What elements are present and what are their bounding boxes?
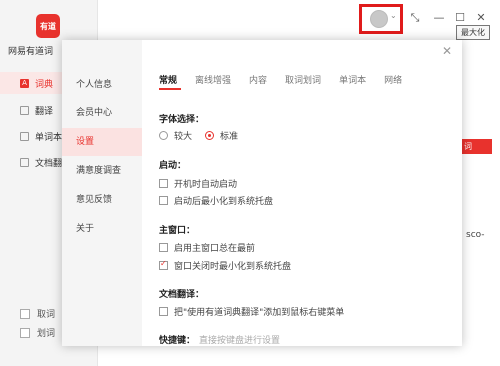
maximize-tooltip: 最大化 — [456, 25, 490, 40]
checkbox-label: 窗口关闭时最小化到系统托盘 — [174, 262, 292, 272]
sidebar-item-label: 单词本 — [35, 132, 63, 143]
checkbox-label: 启用主窗口总在最前 — [174, 244, 256, 254]
settings-sidebar: 个人信息 会员中心 设置 满意度调查 意见反馈 关于 — [62, 40, 142, 346]
close-window-icon[interactable]: ✕ — [474, 11, 488, 24]
checkbox-icon — [159, 179, 168, 188]
checkbox-label: 把"使用有道词典翻译"添加到鼠标右键菜单 — [174, 308, 345, 318]
select-word-toggle[interactable]: 划词 — [20, 326, 55, 339]
minimize-icon[interactable]: — — [432, 11, 446, 24]
app-logo: 有道 — [36, 14, 60, 38]
settings-nav-settings[interactable]: 设置 — [62, 128, 142, 156]
checkbox-icon — [159, 243, 168, 252]
radio-label: 标准 — [220, 132, 239, 142]
tab-content[interactable]: 内容 — [249, 73, 267, 86]
dictionary-icon: A — [20, 78, 29, 88]
maximize-icon[interactable]: ☐ — [453, 11, 467, 24]
settings-nav-about[interactable]: 关于 — [62, 215, 142, 243]
settings-nav-profile[interactable]: 个人信息 — [62, 71, 142, 99]
capture-word-toggle[interactable]: 取词 — [20, 307, 55, 320]
tab-general[interactable]: 常规 — [159, 73, 177, 86]
tab-word-capture[interactable]: 取词划词 — [285, 73, 321, 86]
checkbox-icon — [159, 196, 168, 205]
toggle-label: 划词 — [37, 329, 56, 339]
shortcut-section-title: 快捷键： 直接按键盘进行设置 — [159, 333, 280, 346]
sidebar-item-label: 词典 — [35, 79, 54, 90]
toggle-label: 取词 — [37, 310, 56, 320]
font-section-title: 字体选择： — [159, 115, 205, 125]
document-icon — [20, 157, 29, 167]
tab-offline[interactable]: 离线增强 — [195, 73, 231, 86]
shortcut-title-text: 快捷键： — [159, 336, 196, 346]
mini-mode-icon[interactable]: ⤡ — [408, 11, 422, 25]
sidebar-item-label: 翻译 — [35, 106, 54, 117]
always-on-top-checkbox[interactable]: 启用主窗口总在最前 — [159, 241, 255, 254]
context-menu-checkbox[interactable]: 把"使用有道词典翻译"添加到鼠标右键菜单 — [159, 305, 344, 318]
settings-tabs: 常规 离线增强 内容 取词划词 单词本 网络 — [159, 73, 420, 86]
startup-section-title: 启动： — [159, 161, 187, 171]
font-large-radio[interactable]: 较大 — [159, 129, 192, 142]
radio-label: 较大 — [174, 132, 193, 142]
font-standard-radio[interactable]: 标准 — [205, 129, 238, 142]
wordbook-icon — [20, 131, 29, 141]
main-window-section-title: 主窗口： — [159, 226, 196, 236]
settings-nav-membership[interactable]: 会员中心 — [62, 99, 142, 127]
checkbox-label: 启动后最小化到系统托盘 — [174, 197, 274, 207]
settings-nav-survey[interactable]: 满意度调查 — [62, 157, 142, 185]
app-name: 网易有道词 — [8, 47, 54, 57]
active-tab-indicator — [159, 88, 181, 90]
checkbox-icon — [20, 327, 30, 338]
start-minimized-checkbox[interactable]: 启动后最小化到系统托盘 — [159, 194, 273, 207]
checkbox-icon — [159, 259, 168, 270]
radio-icon — [159, 131, 168, 140]
background-text: sco- — [466, 230, 485, 240]
tab-wordbook[interactable]: 单词本 — [339, 73, 366, 86]
background-search-button[interactable]: 词 — [462, 139, 492, 154]
close-icon[interactable]: ✕ — [442, 44, 452, 58]
checkbox-icon — [159, 307, 168, 316]
annotation-highlight-box — [359, 4, 403, 34]
radio-icon — [205, 131, 214, 140]
checkbox-icon — [20, 308, 30, 319]
settings-dialog: 个人信息 会员中心 设置 满意度调查 意见反馈 关于 ✕ 常规 离线增强 内容 … — [62, 40, 462, 346]
tab-network[interactable]: 网络 — [384, 73, 402, 86]
checkbox-label: 开机时自动启动 — [174, 180, 238, 190]
translate-icon — [20, 105, 29, 115]
doc-translate-section-title: 文档翻译： — [159, 290, 205, 300]
shortcut-hint: 直接按键盘进行设置 — [199, 336, 281, 346]
autostart-checkbox[interactable]: 开机时自动启动 — [159, 177, 237, 190]
close-to-tray-checkbox[interactable]: 窗口关闭时最小化到系统托盘 — [159, 259, 291, 272]
sidebar-item-label: 文档翻 — [35, 158, 63, 169]
settings-nav-feedback[interactable]: 意见反馈 — [62, 186, 142, 214]
